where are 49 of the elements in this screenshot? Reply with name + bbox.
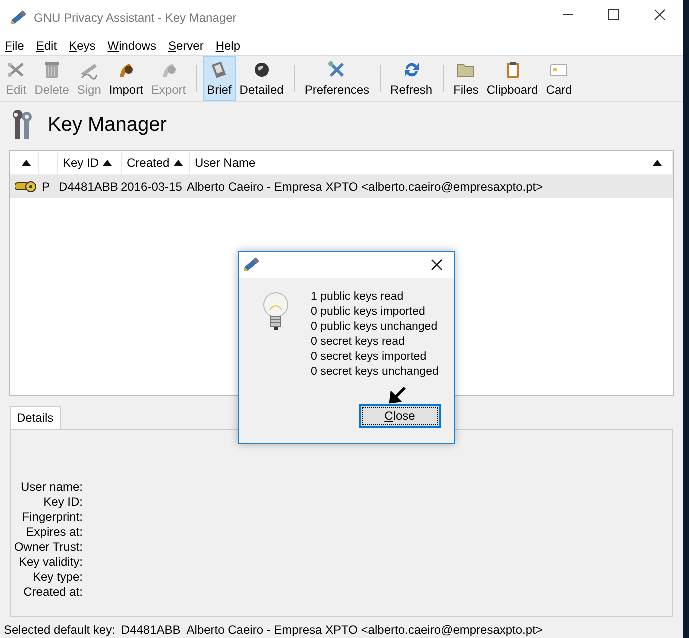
scissors-icon xyxy=(6,60,26,80)
column-header[interactable]: Key ID xyxy=(58,152,122,174)
message-text: 0 public keys unchanged xyxy=(311,320,439,335)
key-icon xyxy=(15,180,37,192)
field-label: Key type: xyxy=(32,570,83,585)
field-label: Owner Trust: xyxy=(14,540,83,555)
close-button[interactable]: Close xyxy=(359,404,441,428)
field-label: Key validity: xyxy=(18,555,83,570)
table-cell: D4481ABB xyxy=(59,180,118,194)
menu-item[interactable]: Keys xyxy=(69,38,96,52)
field-label: User name: xyxy=(20,480,83,495)
message-text: 0 secret keys read xyxy=(311,335,406,350)
menu-item[interactable]: Edit xyxy=(36,38,58,52)
field-label: Expires at: xyxy=(26,525,83,540)
message-text: 0 secret keys unchanged xyxy=(311,365,439,380)
field-label: Key ID: xyxy=(44,495,83,510)
toolbar-button[interactable]: Detailed xyxy=(236,56,288,101)
details-tab[interactable]: Details xyxy=(10,406,61,429)
menu-item[interactable]: Help xyxy=(216,38,240,52)
message-text: 0 public keys imported xyxy=(311,305,426,320)
table-cell: Alberto Caeiro - Empresa XPTO <alberto.caeiro@empresaxpto.pt> xyxy=(187,180,544,194)
toolbar-button[interactable]: Brief xyxy=(203,56,236,101)
app-icon xyxy=(243,256,261,274)
window-title: GNU Privacy Assistant - Key Manager xyxy=(34,11,238,25)
table-cell: 2016-03-15 xyxy=(121,180,182,194)
status-key-id: D4481ABB xyxy=(121,623,181,637)
menu-item[interactable]: Windows xyxy=(108,38,156,52)
arrow-icon xyxy=(389,386,407,404)
field-label: Created at: xyxy=(24,585,83,600)
message-text: 1 public keys read xyxy=(311,290,405,305)
status-user-name: Alberto Caeiro - Empresa XPTO <alberto.caeiro@empresaxpto.pt> xyxy=(186,623,543,637)
toolbar-button[interactable]: Refresh xyxy=(386,56,437,101)
toolbar-button[interactable]: Import xyxy=(105,56,148,101)
status-label: Selected default key: xyxy=(4,623,116,637)
toolbar-button[interactable]: Card xyxy=(542,56,576,101)
close-icon[interactable] xyxy=(430,258,444,272)
app-icon xyxy=(10,9,28,27)
column-header[interactable]: User Name xyxy=(190,152,673,174)
page-heading: Key Manager xyxy=(48,114,167,136)
column-header[interactable]: Created xyxy=(122,152,190,174)
message-text: 0 secret keys imported xyxy=(311,350,428,365)
menu-item[interactable]: File xyxy=(5,38,24,52)
toolbar-button[interactable]: Preferences xyxy=(300,56,374,101)
toolbar-button[interactable]: Clipboard xyxy=(482,56,542,101)
toolbar-button[interactable]: Files xyxy=(450,56,483,101)
field-label: Fingerprint: xyxy=(22,510,83,525)
menu-item[interactable]: Server xyxy=(168,38,204,52)
table-cell: P xyxy=(42,180,50,194)
table-row[interactable]: P D4481ABB 2016-03-15 Alberto Caeiro - Empresa XPTO <alberto.caeiro@empresaxpto.pt> xyxy=(10,175,673,198)
